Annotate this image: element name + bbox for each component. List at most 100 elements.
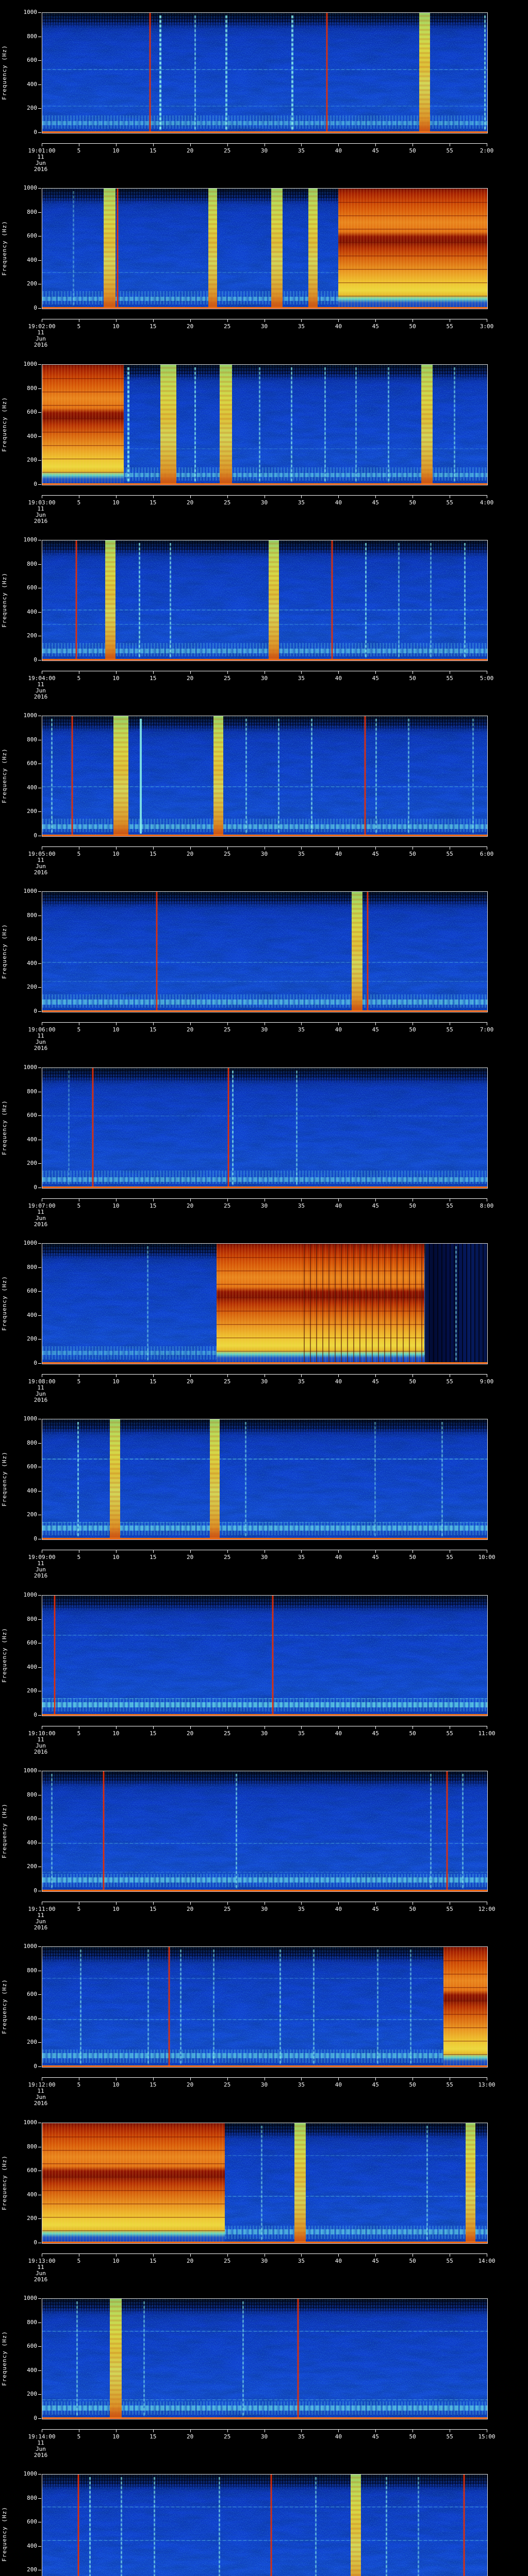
time-tick-mark: [116, 2077, 117, 2080]
event-red-line: [78, 2475, 79, 2576]
time-tick-label: 10: [112, 499, 120, 506]
time-tick-mark: [301, 671, 302, 674]
event-streak: [365, 543, 367, 658]
time-tick-label: 35: [298, 1378, 305, 1385]
time-tick-mark: [116, 1550, 117, 1553]
high-frequency-dark-region: [42, 716, 487, 732]
spectrogram-plot-area: [42, 2474, 488, 2576]
time-tick-label: 20: [187, 499, 194, 506]
freq-tick-mark: [38, 132, 41, 133]
time-tick-mark: [338, 2429, 339, 2432]
time-tick-label: 30: [260, 1554, 268, 1561]
event-streak: [291, 15, 293, 131]
time-tick-label: 50: [409, 2258, 416, 2264]
time-tick-label: 50: [409, 323, 416, 330]
freq-tick-label: 600: [27, 760, 37, 767]
time-tick-mark: [412, 143, 414, 146]
freq-tick-mark: [38, 2498, 41, 2499]
time-tick-mark: [116, 846, 117, 850]
high-frequency-dark-region: [42, 1068, 487, 1083]
freq-tick-label: 800: [27, 2143, 37, 2150]
freq-tick-mark: [38, 2346, 41, 2347]
event-streak: [219, 2477, 221, 2576]
time-tick-mark: [153, 1374, 154, 1377]
zero-frequency-baseline: [42, 1362, 487, 1364]
zero-frequency-baseline: [42, 835, 487, 836]
freq-tick-mark: [38, 811, 41, 812]
time-tick-label: 25: [223, 1202, 231, 1209]
time-tick-label: 35: [298, 1202, 305, 1209]
time-tick-mark: [190, 2429, 191, 2432]
event-streak: [242, 2301, 244, 2417]
time-tick-mark: [412, 2253, 414, 2257]
time-tick-label: 45: [372, 2081, 379, 2088]
horizontal-spectral-line: [42, 1458, 487, 1460]
time-tick-label: 15: [150, 2081, 157, 2088]
freq-tick-label: 800: [27, 1791, 37, 1798]
horizontal-spectral-line: [42, 999, 487, 1005]
high-frequency-dark-region: [42, 2299, 487, 2314]
spectrogram-plot-area: [42, 364, 488, 485]
time-tick-mark: [301, 846, 302, 850]
event-streak: [147, 1949, 150, 2065]
freq-tick-label: 400: [27, 2542, 37, 2549]
event-energy-band: [109, 1419, 120, 1539]
zero-frequency-baseline: [42, 2065, 487, 2067]
freq-tick-label: 0: [34, 1008, 37, 1014]
event-streak: [355, 367, 357, 483]
time-tick-label: 50: [409, 1554, 416, 1561]
event-streak: [159, 15, 161, 131]
time-tick-label: 45: [372, 851, 379, 857]
spectrogram-panel: Frequency (Hz) 0 200 400 600 800 1000 5 10 15 20 25…: [0, 2110, 528, 2286]
time-tick-label: 40: [335, 2081, 342, 2088]
event-streak: [76, 2301, 78, 2417]
freq-tick-mark: [38, 939, 41, 940]
freq-tick-label: 1000: [23, 361, 38, 367]
time-tick-label: 20: [187, 675, 194, 682]
time-tick-label: 25: [223, 1730, 231, 1737]
time-tick-mark: [116, 2253, 117, 2257]
event-streak: [472, 718, 474, 834]
freq-tick-label: 800: [27, 1615, 37, 1622]
event-streak: [279, 1949, 282, 2065]
freq-tick-label: 600: [27, 2518, 37, 2526]
freq-tick-label: 0: [34, 1360, 37, 1366]
spectrogram-panel: Frequency (Hz) 0 200 400 600 800 1000 5 10 15 20 25…: [0, 352, 528, 528]
time-tick-label: 50: [409, 2433, 416, 2440]
freq-tick-mark: [38, 2042, 41, 2043]
event-streak: [194, 15, 196, 131]
freq-tick-label: 600: [27, 1991, 37, 1998]
freq-tick-mark: [38, 1315, 41, 1316]
high-frequency-dark-region: [42, 892, 487, 907]
freq-tick-label: 1000: [23, 1591, 38, 1598]
freq-tick-mark: [38, 1067, 41, 1068]
freq-tick-label: 200: [27, 1335, 37, 1343]
freq-tick-label: 1000: [23, 1767, 38, 1774]
time-tick-label: 15: [150, 2258, 157, 2264]
time-tick-label: 30: [260, 1026, 268, 1033]
freq-tick-mark: [38, 1363, 41, 1364]
freq-tick-label: 200: [27, 1160, 37, 1167]
time-tick-label: 5: [77, 2258, 81, 2264]
horizontal-spectral-line: [42, 1698, 487, 1700]
freq-tick-mark: [38, 2394, 41, 2395]
freq-tick-label: 400: [27, 2366, 37, 2374]
time-tick-label: 40: [335, 1730, 342, 1737]
freq-tick-mark: [38, 188, 41, 189]
freq-tick-label: 0: [34, 2239, 37, 2246]
event-streak: [374, 1421, 376, 1537]
freq-tick-label: 1000: [23, 1064, 38, 1071]
freq-tick-mark: [38, 1490, 41, 1492]
time-tick-mark: [301, 143, 302, 146]
event-red-line: [367, 892, 369, 1012]
spectrogram-panel: Frequency (Hz) 0 200 400 600 800 1000 5 10 15 20 25…: [0, 879, 528, 1055]
spectrogram-plot-area: [42, 12, 488, 133]
event-energy-band: [268, 540, 279, 660]
event-streak: [89, 2477, 91, 2576]
time-tick-mark: [116, 1374, 117, 1377]
freq-tick-label: 800: [27, 1088, 37, 1095]
time-tick-label: 5: [77, 1554, 81, 1561]
event-streak: [121, 2477, 123, 2576]
time-tick-mark: [375, 846, 376, 850]
event-streak: [410, 1949, 412, 2065]
